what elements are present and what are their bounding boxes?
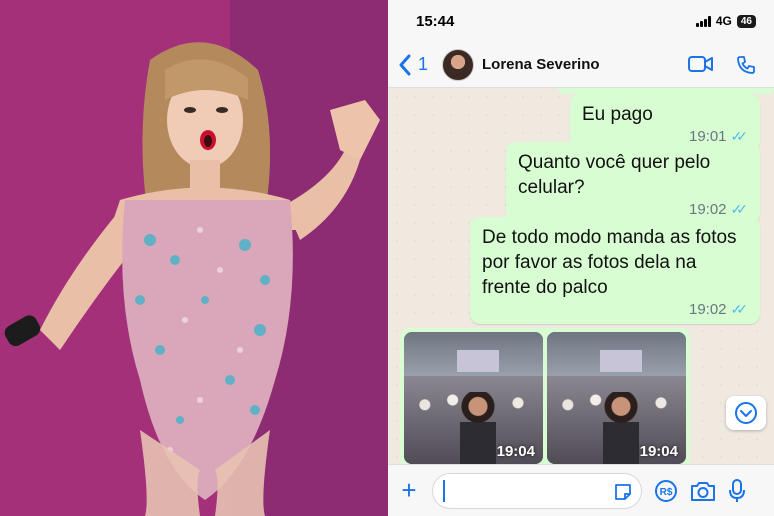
camera-icon[interactable] [690,480,716,502]
image-time: 19:04 [496,443,535,460]
photo-thumbnail[interactable]: 19:04 [547,332,686,464]
svg-text:R$: R$ [660,487,673,498]
scroll-down-button[interactable] [726,396,766,430]
whatsapp-screenshot: 15:44 4G 46 1 Lorena Severino Eu pago 19… [388,0,774,516]
image-time: 19:04 [639,443,678,460]
message-time: 19:02 [688,201,727,218]
signal-icon [695,15,711,27]
chat-header: 1 Lorena Severino [388,42,774,88]
image-message[interactable]: 19:04 19:04 [400,328,690,468]
performer-illustration [0,0,388,516]
chat-area[interactable]: Eu pago 19:01 ✓✓ Quanto você quer pelo c… [388,88,774,468]
read-ticks-icon: ✓✓ [730,201,749,217]
contact-name[interactable]: Lorena Severino [482,56,688,73]
payment-icon[interactable]: R$ [654,479,678,503]
message-text: Quanto você quer pelo celular? [518,152,711,198]
status-indicators: 4G 46 [695,14,756,28]
status-time: 15:44 [416,12,455,30]
message-text: Eu pago [582,104,653,125]
read-ticks-icon: ✓✓ [730,301,749,317]
concert-photo [0,0,388,516]
message-meta: 19:02 ✓✓ [518,201,748,218]
status-bar: 15:44 4G 46 [388,0,774,42]
message-bubble[interactable]: De todo modo manda as fotos por favor as… [470,217,760,324]
phone-icon[interactable] [736,55,756,75]
microphone-icon[interactable] [728,478,746,504]
message-text: De todo modo manda as fotos por favor as… [482,227,737,298]
message-meta: 19:02 ✓✓ [482,301,748,318]
network-label: 4G [715,14,732,28]
avatar[interactable] [442,48,475,81]
chevron-left-icon [399,54,411,75]
back-button[interactable]: 1 [398,54,428,76]
video-call-icon[interactable] [688,55,714,73]
message-input[interactable] [432,472,642,509]
scroll-down-icon [735,402,757,424]
battery-icon: 46 [736,14,756,28]
text-cursor [443,479,445,502]
message-time: 19:02 [688,301,727,318]
unread-count: 1 [418,54,429,74]
photo-thumbnail[interactable]: 19:04 [404,332,543,464]
message-bubble[interactable]: Quanto você quer pelo celular? 19:02 ✓✓ [506,142,760,224]
message-composer: + R$ [388,464,774,516]
sticker-icon[interactable] [613,482,633,502]
plus-icon[interactable]: + [398,475,420,506]
